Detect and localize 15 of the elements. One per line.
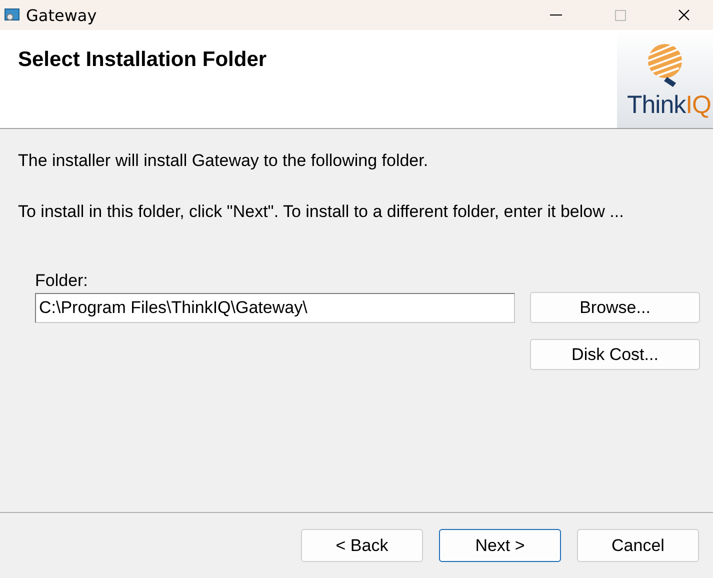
- folder-label: Folder:: [35, 271, 89, 291]
- cancel-button[interactable]: Cancel: [577, 529, 699, 562]
- folder-input-field[interactable]: C:\Program Files\ThinkIQ\Gateway\: [35, 293, 515, 323]
- close-icon: [678, 9, 690, 21]
- page-heading: Select Installation Folder: [17, 47, 268, 73]
- minimize-icon: [550, 14, 562, 16]
- info-text: The installer will install Gateway to the following folder.: [18, 151, 430, 171]
- next-button[interactable]: Next >: [439, 529, 561, 562]
- disk-cost-button[interactable]: Disk Cost...: [530, 339, 700, 370]
- maximize-icon: [614, 10, 626, 20]
- app-icon: [4, 7, 20, 23]
- back-button[interactable]: < Back: [301, 529, 423, 562]
- browse-button[interactable]: Browse...: [530, 292, 700, 323]
- instruction-text: To install in this folder, click "Next". To install to a different folder, enter it below ...: [18, 202, 625, 222]
- window-title: Gateway: [26, 6, 97, 24]
